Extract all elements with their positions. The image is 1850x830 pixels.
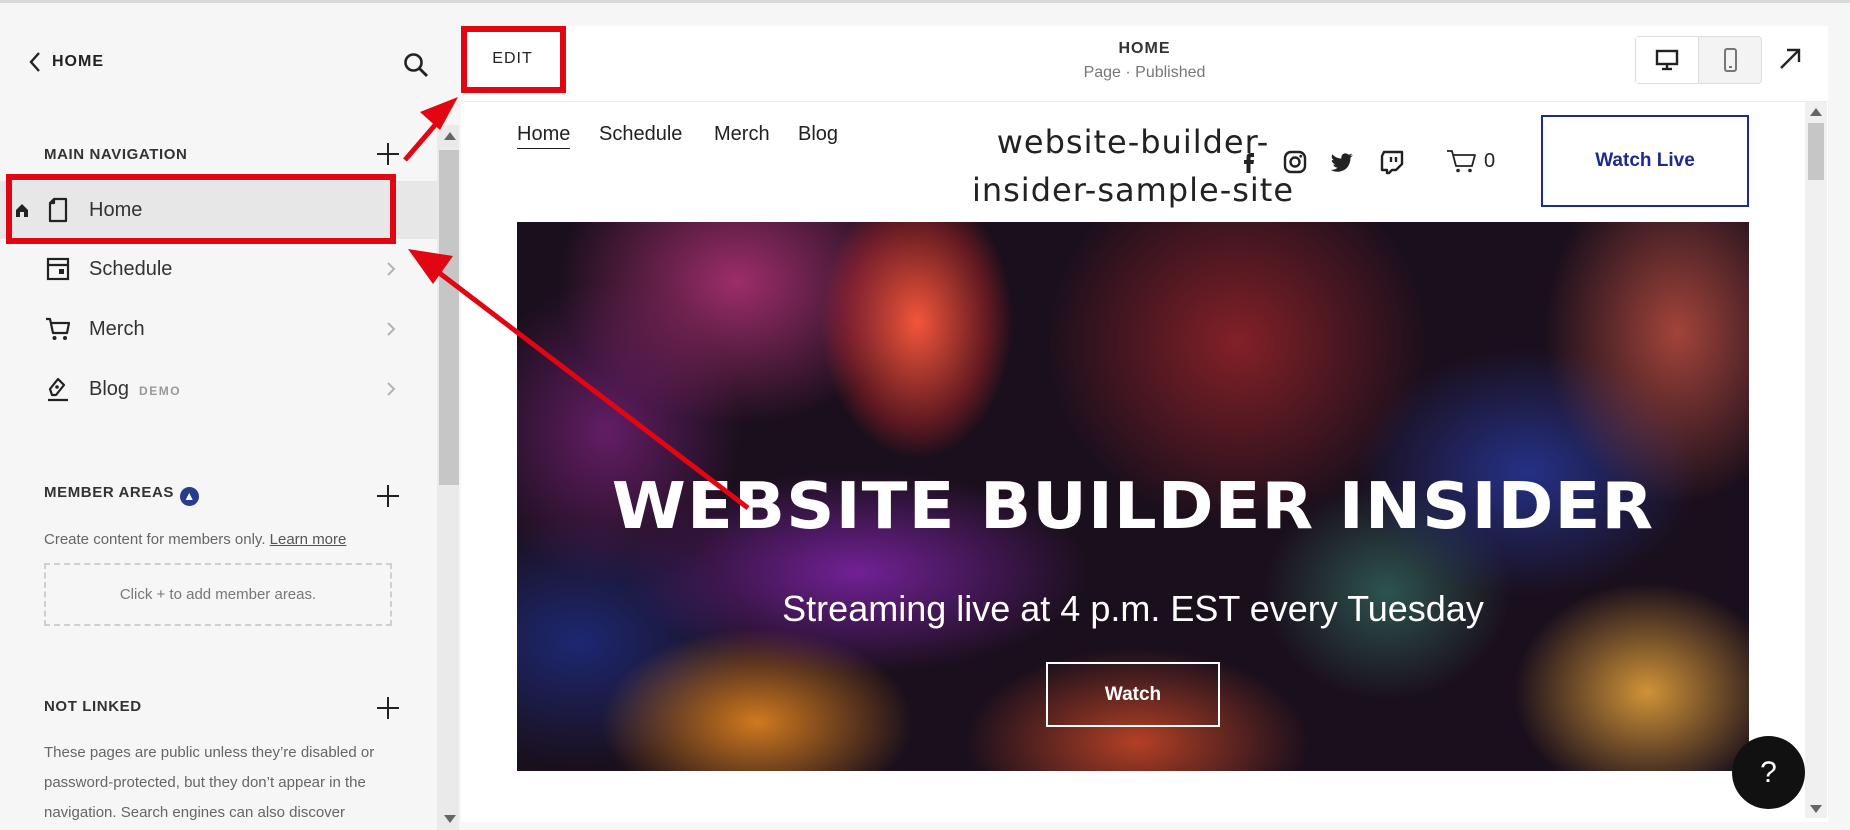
scroll-up-arrow-icon[interactable] (444, 132, 456, 140)
add-unlinked-page-plus-icon[interactable] (375, 695, 401, 721)
chevron-left-icon (29, 52, 40, 72)
pages-sidebar: HOME MAIN NAVIGATION Home Schedule Merch… (0, 3, 437, 830)
add-page-plus-icon[interactable] (375, 141, 401, 167)
site-nav-blog[interactable]: Blog (798, 123, 838, 146)
scroll-down-arrow-icon[interactable] (1810, 805, 1822, 813)
desktop-view-button[interactable] (1636, 37, 1699, 83)
instagram-icon[interactable] (1282, 149, 1308, 175)
not-linked-heading: NOT LINKED (44, 698, 142, 715)
sidebar-item-label: Merch (89, 317, 145, 340)
hero-watch-button[interactable]: Watch (1046, 662, 1220, 727)
facebook-icon[interactable] (1236, 149, 1262, 175)
not-linked-line: navigation. Search engines can also disc… (44, 804, 346, 821)
back-home-button[interactable]: HOME (28, 51, 104, 73)
chevron-right-icon (387, 382, 396, 396)
not-linked-line: password-protected, but they don’t appea… (44, 774, 366, 791)
sidebar-item-blog-label-wrap: Blog DEMO (89, 378, 181, 401)
calendar-icon (46, 257, 70, 281)
cart-icon (46, 317, 71, 340)
site-cart[interactable]: 0 (1446, 148, 1495, 174)
not-linked-description: These pages are public unless they’re di… (44, 738, 374, 828)
sidebar-item-label: Schedule (89, 257, 173, 280)
back-label: HOME (52, 53, 104, 70)
scroll-up-arrow-icon[interactable] (1810, 108, 1822, 116)
device-toggle (1635, 36, 1762, 84)
site-nav-merch[interactable]: Merch (714, 123, 770, 146)
site-title-line: insider-sample-site (971, 171, 1295, 209)
member-areas-heading: MEMBER AREAS ▲ (44, 484, 199, 506)
sidebar-item-blog[interactable]: Blog DEMO (0, 360, 437, 418)
mobile-icon (1723, 48, 1737, 72)
member-areas-description: Create content for members only. Learn m… (44, 525, 346, 555)
twitch-icon[interactable] (1379, 149, 1405, 175)
members-upgrade-icon: ▲ (179, 486, 199, 506)
site-title[interactable]: website-builder- insider-sample-site (938, 118, 1328, 214)
add-member-area-placeholder[interactable]: Click + to add member areas. (44, 563, 392, 626)
page-title: HOME (1118, 40, 1171, 57)
site-title-line: website-builder- (996, 123, 1270, 161)
member-areas-text: Create content for members only. (44, 531, 266, 548)
sidebar-item-label: Blog (89, 377, 130, 400)
cart-icon (1447, 150, 1476, 173)
not-linked-line: These pages are public unless they’re di… (44, 744, 375, 761)
demo-badge: DEMO (139, 383, 182, 398)
chevron-right-icon (387, 262, 396, 276)
watch-live-button[interactable]: Watch Live (1541, 115, 1749, 207)
add-member-area-plus-icon[interactable] (375, 483, 401, 509)
scroll-down-arrow-icon[interactable] (444, 815, 456, 823)
cart-count: 0 (1484, 149, 1496, 172)
twitter-icon[interactable] (1329, 149, 1355, 175)
sidebar-scroll-thumb[interactable] (439, 150, 459, 485)
site-nav-schedule[interactable]: Schedule (599, 123, 682, 146)
hero-title: WEBSITE BUILDER INSIDER (611, 470, 1655, 544)
preview-scrollbar[interactable] (1805, 102, 1827, 818)
learn-more-link[interactable]: Learn more (270, 531, 347, 548)
preview-scroll-thumb[interactable] (1808, 123, 1824, 180)
main-navigation-heading: MAIN NAVIGATION (44, 146, 188, 163)
edit-highlight-box (461, 26, 566, 93)
editor-topbar: EDIT HOME Page · Published (461, 26, 1828, 102)
sidebar-item-merch[interactable]: Merch (0, 300, 437, 358)
hero-subtitle: Streaming live at 4 p.m. EST every Tuesd… (782, 588, 1484, 629)
sidebar-item-schedule[interactable]: Schedule (0, 240, 437, 298)
mobile-view-button[interactable] (1699, 37, 1762, 83)
site-nav-home[interactable]: Home (517, 123, 571, 149)
open-in-new-arrow-icon[interactable] (1777, 46, 1803, 72)
desktop-icon (1655, 49, 1678, 71)
home-highlight-box (6, 174, 396, 244)
search-icon[interactable] (402, 51, 430, 79)
member-areas-title: MEMBER AREAS (44, 484, 174, 501)
page-status: Page · Published (1083, 64, 1206, 81)
blog-icon (48, 377, 68, 402)
chevron-right-icon (387, 322, 396, 336)
help-button[interactable]: ? (1732, 736, 1805, 809)
